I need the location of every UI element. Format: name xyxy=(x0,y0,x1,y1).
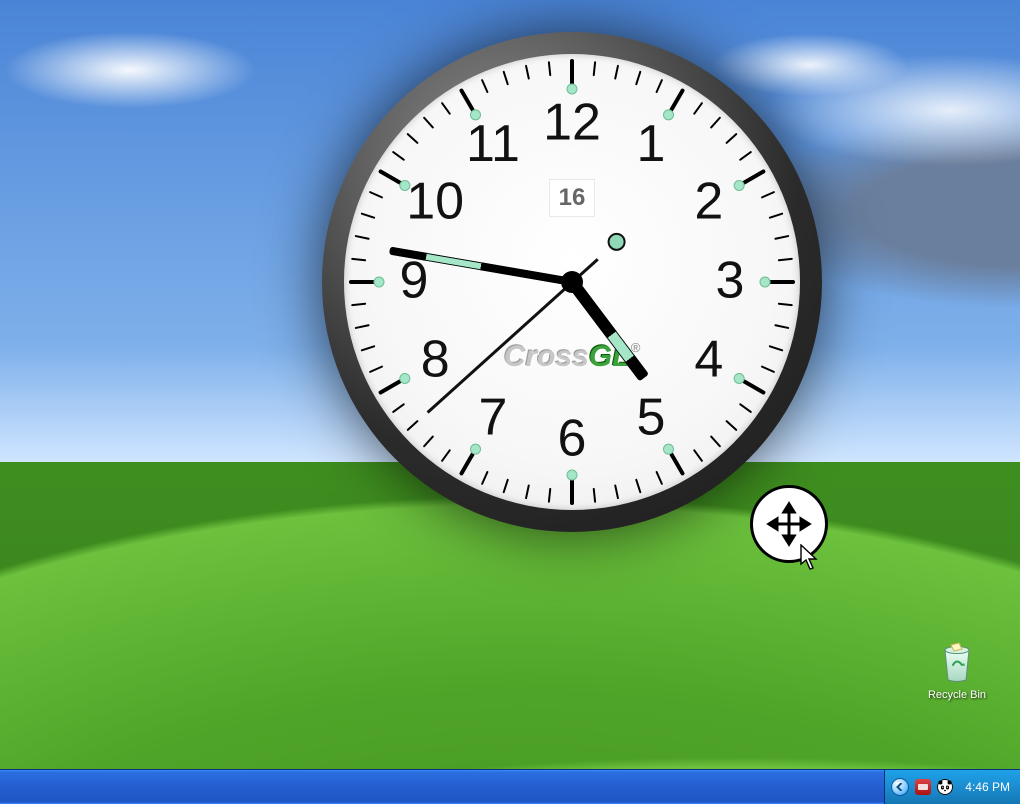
clock-numeral: 3 xyxy=(716,252,745,310)
clock-numeral: 1 xyxy=(637,115,666,173)
clock-numeral: 5 xyxy=(637,389,666,447)
clock-brand-part1: Cross xyxy=(504,340,589,373)
clock-numeral: 6 xyxy=(558,410,587,468)
clock-numeral: 12 xyxy=(543,94,601,152)
second-hand-counterweight xyxy=(608,233,626,251)
clock-numeral: 2 xyxy=(694,173,723,231)
clock-numeral: 10 xyxy=(406,173,464,231)
panda-icon[interactable] xyxy=(937,779,953,795)
tray-clock[interactable]: 4:46 PM xyxy=(965,780,1010,794)
tray-collapse-button[interactable] xyxy=(891,778,909,796)
chevron-left-icon xyxy=(896,783,904,791)
recycle-bin-label: Recycle Bin xyxy=(918,689,996,701)
move-arrows-icon xyxy=(766,501,812,547)
desktop[interactable]: Recycle Bin 121234567891011 16 CrossGL® xyxy=(0,0,1020,770)
taskbar[interactable]: 4:46 PM xyxy=(0,769,1020,804)
clock-brand: CrossGL® xyxy=(322,340,822,374)
recycle-bin-desktop-icon[interactable]: Recycle Bin xyxy=(918,640,996,701)
system-tray[interactable]: 4:46 PM xyxy=(884,770,1020,804)
move-handle[interactable] xyxy=(750,485,828,563)
clock-widget[interactable]: 121234567891011 16 CrossGL® xyxy=(322,32,822,532)
clock-numeral: 7 xyxy=(479,389,508,447)
clock-hub xyxy=(561,271,583,293)
recycle-bin-icon xyxy=(937,640,977,682)
clock-date: 16 xyxy=(550,180,594,216)
clock-numeral: 11 xyxy=(466,115,520,173)
tray-utility-icon[interactable] xyxy=(915,779,931,795)
